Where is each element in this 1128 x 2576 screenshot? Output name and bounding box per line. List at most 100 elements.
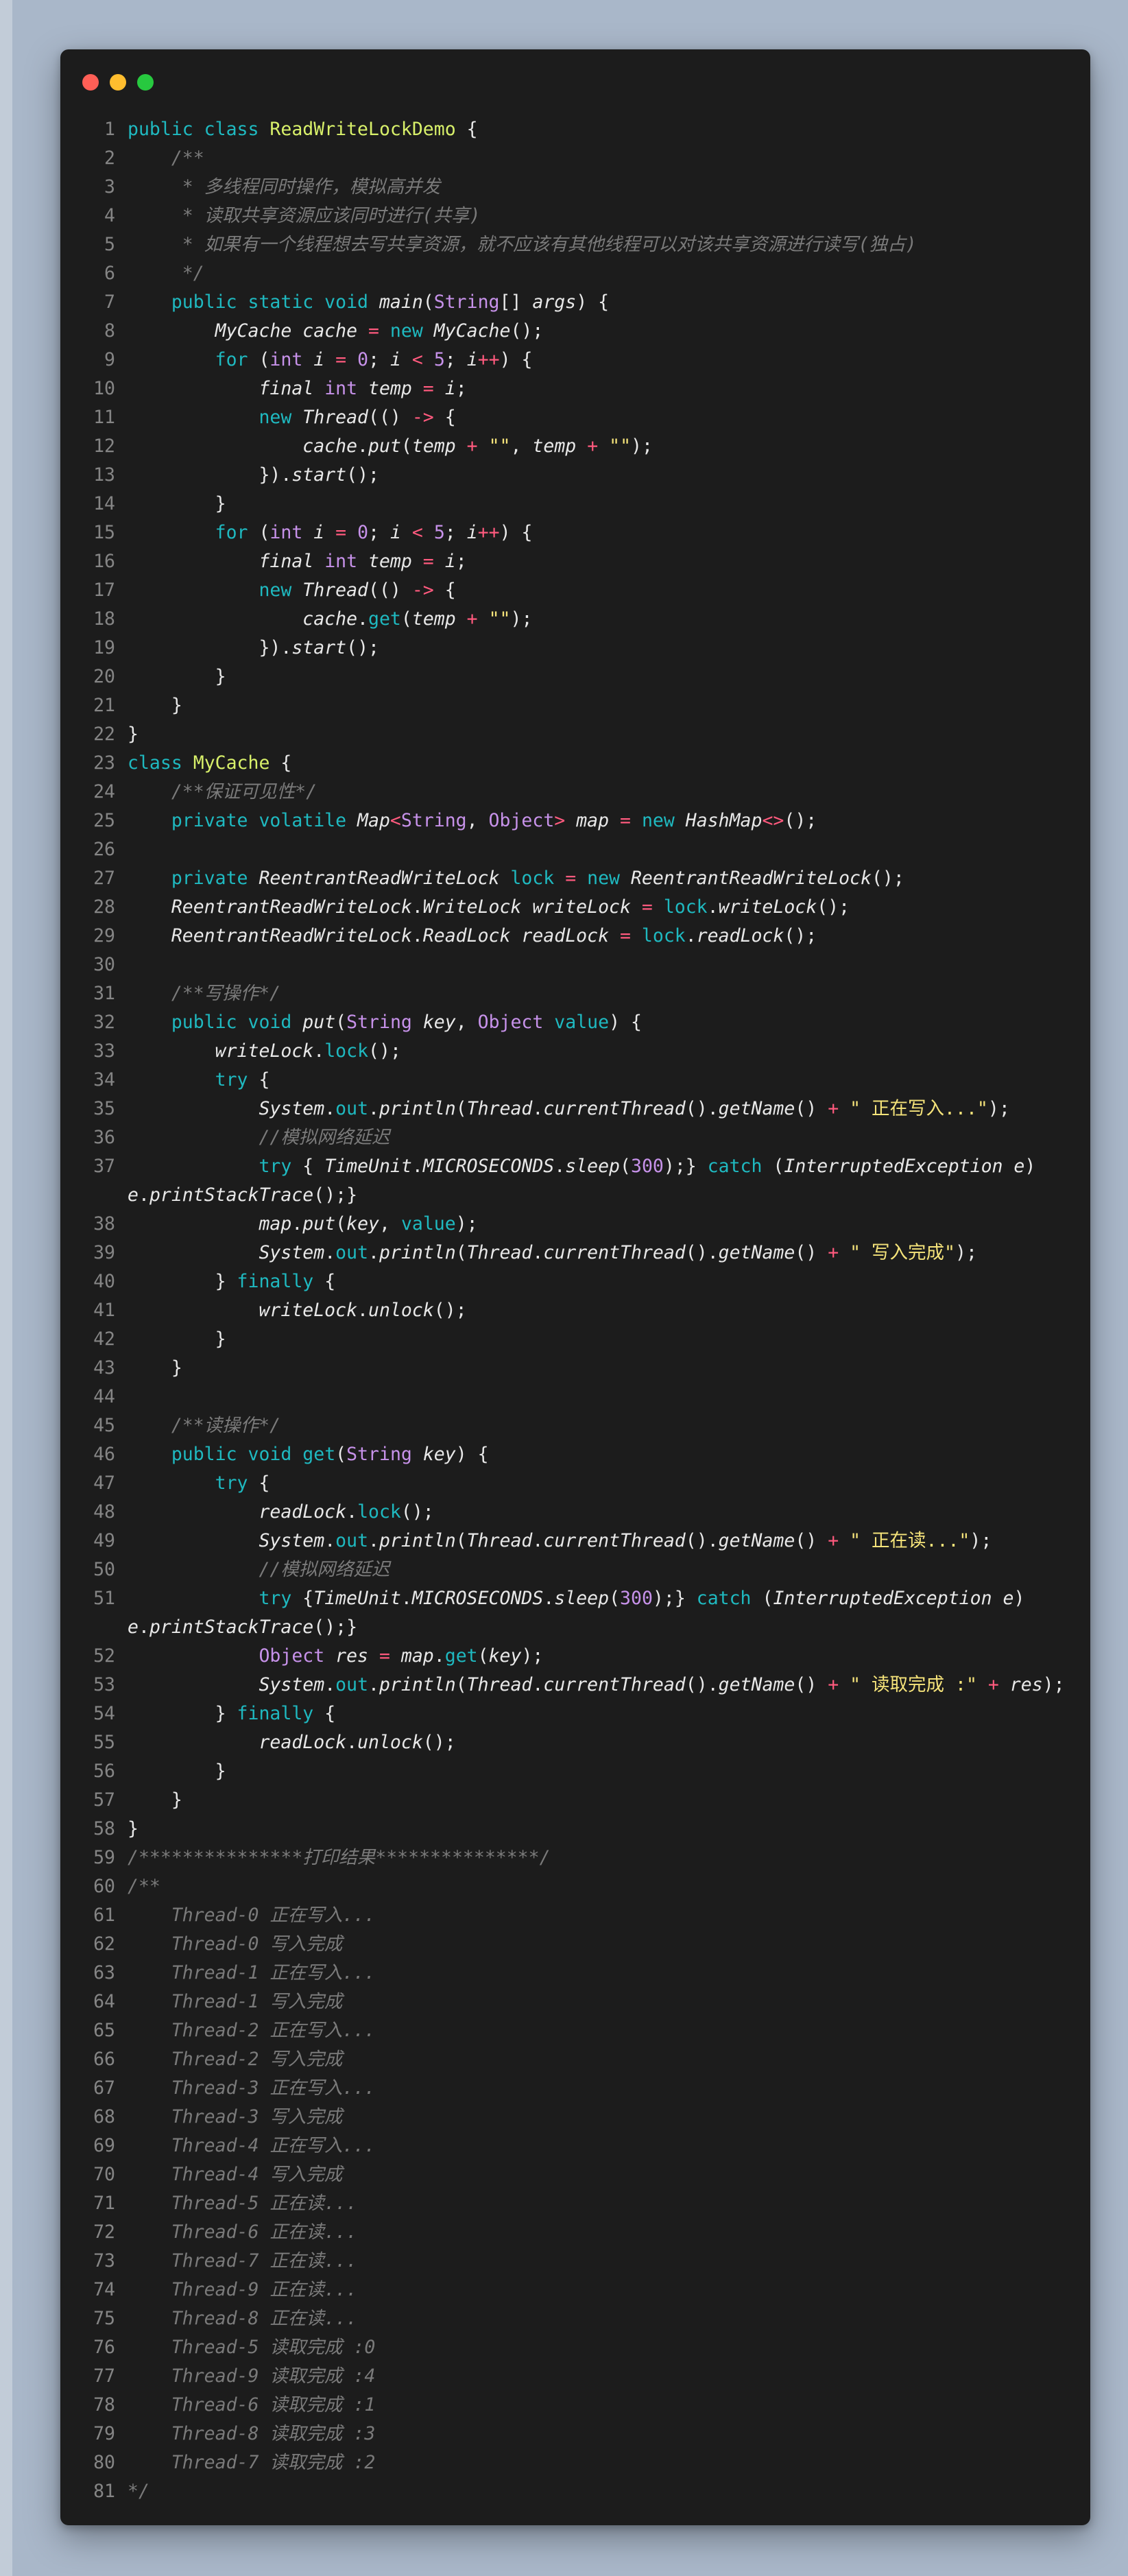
line-number: 22	[93, 724, 115, 745]
code-token: ""	[477, 436, 511, 457]
code-text: readLock.lock();	[128, 1498, 1056, 1527]
code-line: 54 } finally {	[60, 1700, 1090, 1728]
code-text: * 多线程同时操作，模拟高并发	[128, 173, 1056, 202]
code-token: i	[389, 349, 412, 370]
code-token: " 正在写入..."	[839, 1098, 988, 1119]
code-token: ,	[466, 810, 489, 831]
line-number: 8	[104, 320, 115, 342]
code-text: * 读取共享资源应该同时进行(共享)	[128, 202, 1056, 230]
code-text: for (int i = 0; i < 5; i++) {	[128, 346, 1056, 374]
code-line: 13 }).start();	[60, 461, 1090, 490]
code-token: .	[532, 1242, 544, 1263]
code-token: TimeUnit	[324, 1156, 412, 1177]
code-line: 77 Thread-9 读取完成 :4	[60, 2362, 1090, 2391]
code-token: * 读取共享资源应该同时进行(共享)	[128, 205, 481, 226]
code-text: Thread-1 正在写入...	[128, 1959, 1056, 1988]
code-line: 70 Thread-4 写入完成	[60, 2160, 1090, 2189]
code-token: }).	[128, 464, 292, 486]
code-token: Thread	[466, 1674, 533, 1695]
code-text: Object res = map.get(key);	[128, 1642, 1056, 1671]
code-token: );	[987, 1098, 1010, 1119]
code-token: =	[379, 1645, 390, 1667]
code-token: sleep	[565, 1156, 621, 1177]
code-token: >	[554, 810, 566, 831]
code-token: out	[335, 1098, 369, 1119]
code-token: }	[128, 493, 226, 514]
code-token: }).	[128, 637, 292, 658]
code-text: /***************打印结果***************/	[128, 1844, 1056, 1872]
line-number: 13	[93, 464, 115, 486]
code-token: i	[433, 378, 456, 399]
code-text: /**	[128, 144, 1056, 173]
code-token: Object	[128, 1645, 336, 1667]
line-number: 68	[93, 2106, 115, 2127]
minimize-dot[interactable]	[110, 74, 126, 91]
code-token: getName	[718, 1674, 795, 1695]
code-line: 41 writeLock.unlock();	[60, 1296, 1090, 1325]
close-dot[interactable]	[82, 74, 99, 91]
code-text: Thread-7 读取完成 :2	[128, 2448, 1056, 2477]
code-token: {	[248, 1069, 270, 1090]
code-text: Thread-2 正在写入...	[128, 2016, 1056, 2045]
code-line: 61 Thread-0 正在写入...	[60, 1901, 1090, 1930]
line-number: 6	[104, 263, 115, 284]
code-token: )	[1013, 1588, 1025, 1609]
code-token: /**读操作*/	[128, 1415, 281, 1436]
line-number: 64	[93, 1991, 115, 2012]
line-number: 21	[93, 695, 115, 716]
code-line: 20 }	[60, 663, 1090, 691]
code-token: MICROSECONDS	[411, 1588, 544, 1609]
code-line: 25 private volatile Map<String, Object> …	[60, 807, 1090, 835]
code-token: ()	[795, 1242, 828, 1263]
code-token: int	[269, 349, 314, 370]
code-text: */	[128, 259, 1056, 288]
code-token: Object	[488, 810, 555, 831]
code-token: (	[620, 1156, 631, 1177]
code-text: MyCache cache = new MyCache();	[128, 317, 1056, 346]
code-text: }	[128, 1815, 1056, 1844]
code-line: 45 /**读操作*/	[60, 1411, 1090, 1440]
code-token: ,	[379, 1213, 401, 1235]
code-token: ();	[510, 320, 544, 342]
line-number: 34	[93, 1069, 115, 1090]
code-token: try	[128, 1069, 248, 1090]
code-token: ();	[400, 1501, 434, 1523]
code-token: }	[128, 724, 139, 745]
code-token: e	[128, 1184, 139, 1206]
code-token: ""	[477, 608, 511, 630]
code-token: ReentrantReadWriteLock	[630, 868, 872, 889]
code-token: .	[324, 1674, 336, 1695]
code-token: {	[455, 119, 478, 140]
code-token: main	[379, 291, 423, 313]
code-text: Thread-5 正在读...	[128, 2189, 1056, 2218]
code-token: .	[707, 896, 719, 918]
code-token: +	[587, 436, 599, 457]
code-token: int	[324, 378, 369, 399]
code-token: Thread-6 正在读...	[128, 2221, 357, 2243]
code-line: 3 * 多线程同时操作，模拟高并发	[60, 173, 1090, 202]
code-line: 1 public class ReadWriteLockDemo {	[60, 115, 1090, 144]
code-token: ) {	[576, 291, 610, 313]
code-token: readLock	[128, 1501, 347, 1523]
code-line: 27 private ReentrantReadWriteLock lock =…	[60, 864, 1090, 893]
code-token: InterruptedException e	[784, 1156, 1025, 1177]
maximize-dot[interactable]	[137, 74, 154, 91]
code-token: /**	[128, 147, 204, 169]
code-text: Thread-8 读取完成 :3	[128, 2420, 1056, 2448]
code-token: catch	[707, 1156, 763, 1177]
line-number: 10	[93, 378, 115, 399]
code-token: println	[379, 1674, 456, 1695]
line-number: 60	[93, 1876, 115, 1897]
code-token: .	[411, 925, 423, 946]
line-number: 50	[93, 1559, 115, 1580]
code-token: .	[532, 1674, 544, 1695]
code-token: //模拟网络延迟	[128, 1127, 390, 1148]
code-token: temp	[368, 378, 423, 399]
code-token: unlock	[357, 1732, 423, 1753]
code-text: Thread-2 写入完成	[128, 2045, 1056, 2074]
code-token: Thread-3 写入完成	[128, 2106, 343, 2127]
code-token: Thread-4 写入完成	[128, 2164, 343, 2185]
code-token: {	[433, 407, 456, 428]
code-text: /**保证可见性*/	[128, 778, 1056, 807]
code-token: (	[609, 1588, 621, 1609]
